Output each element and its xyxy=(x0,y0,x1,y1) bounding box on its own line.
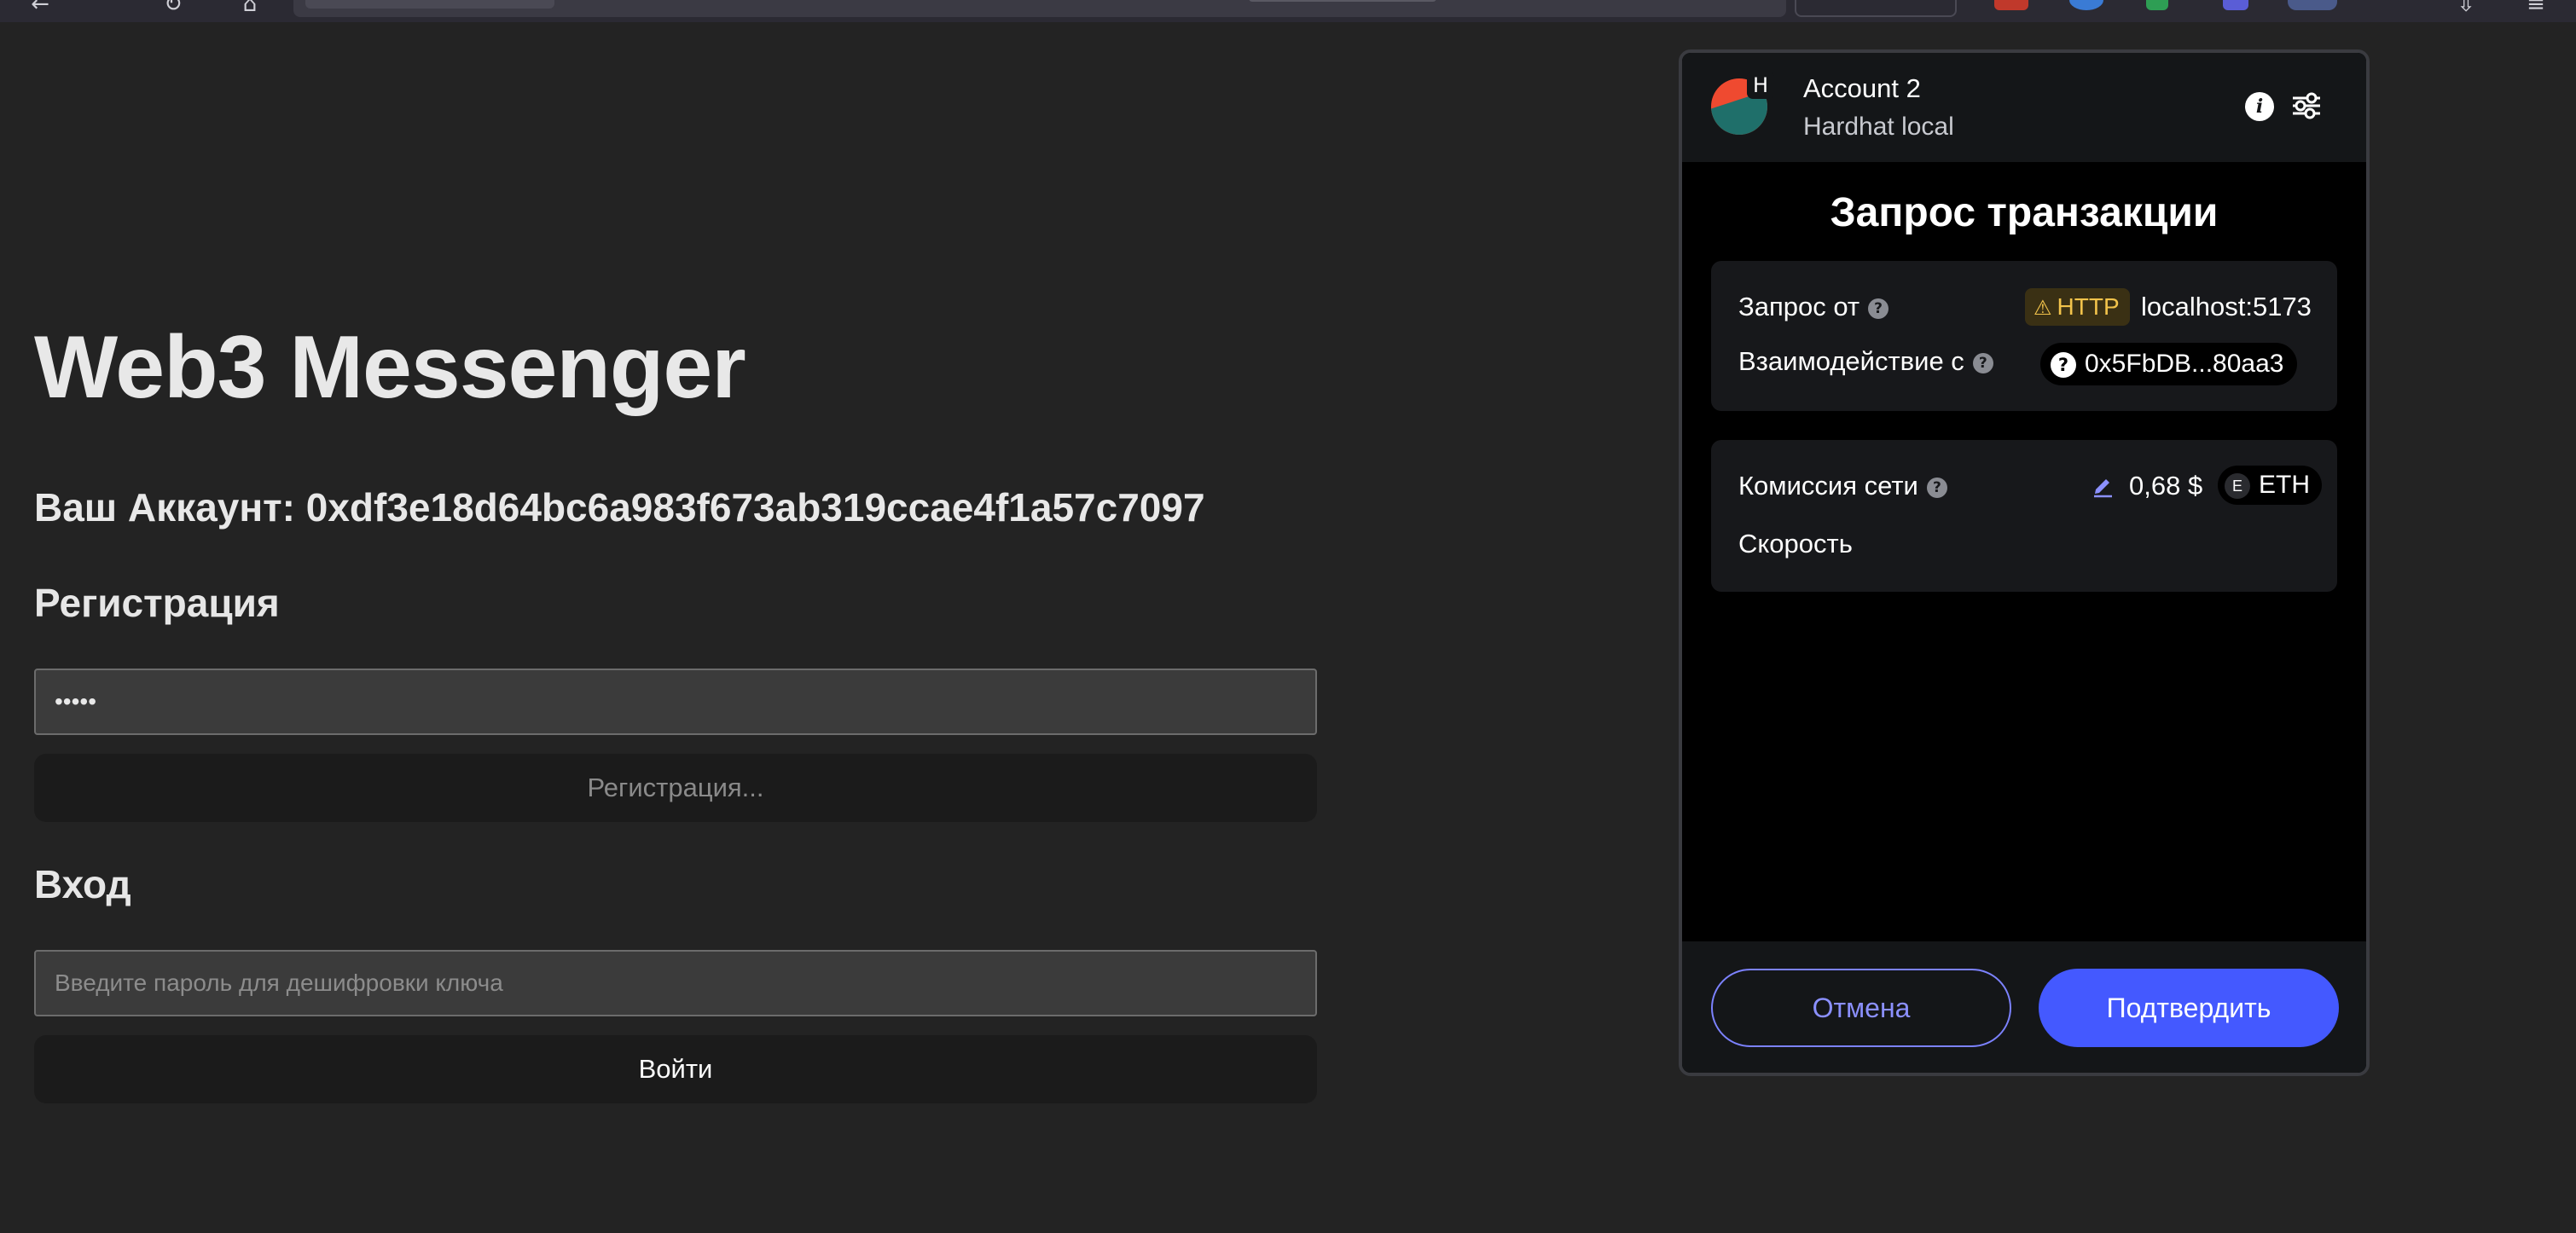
extension-icon[interactable] xyxy=(2223,0,2248,10)
login-button[interactable]: Войти xyxy=(34,1035,1317,1103)
address-bar[interactable] xyxy=(293,0,1786,17)
request-card: Запрос от? ⚠ HTTP localhost:5173 Взаимоде… xyxy=(1711,261,2337,411)
network-name: Hardhat local xyxy=(1803,113,1954,141)
http-warning-badge: ⚠ HTTP xyxy=(2025,288,2130,326)
request-from-label: Запрос от xyxy=(1738,292,1860,321)
unknown-contract-icon: ? xyxy=(2051,352,2076,379)
fee-token-symbol: ETH xyxy=(2259,471,2310,499)
eth-token-icon: E xyxy=(2225,473,2250,500)
interacting-with-label: Взаимодействие с xyxy=(1738,346,1964,376)
site-info-chip[interactable] xyxy=(305,0,554,9)
url-text xyxy=(1249,0,1436,2)
fee-card: Комиссия сети? 0,68 $ E ETH Скорость xyxy=(1711,440,2337,592)
register-heading: Регистрация xyxy=(34,581,280,625)
contract-address-pill[interactable]: ? 0x5FbDB...80aa3 xyxy=(2040,343,2298,385)
metamask-extension-icon[interactable] xyxy=(2288,0,2337,10)
interacting-with-row: Взаимодействие с? xyxy=(1738,346,1993,377)
menu-icon[interactable]: ≡ xyxy=(2525,0,2547,15)
extension-icon[interactable] xyxy=(1994,0,2028,10)
popup-title: Запрос транзакции xyxy=(1830,190,2219,235)
info-icon[interactable]: i xyxy=(2245,92,2274,121)
help-icon[interactable]: ? xyxy=(1926,477,1947,498)
reload-icon[interactable]: ↻ xyxy=(162,0,184,15)
browser-toolbar: ← ↻ ⌂ ⇩ ≡ xyxy=(0,0,2576,22)
http-badge-label: HTTP xyxy=(2057,293,2120,320)
settings-sliders-icon[interactable] xyxy=(2289,89,2324,123)
register-password-input[interactable] xyxy=(34,669,1317,735)
request-origin: localhost:5173 xyxy=(2141,292,2312,321)
login-heading: Вход xyxy=(34,862,131,906)
extension-icon[interactable] xyxy=(2146,0,2168,10)
back-arrow-icon[interactable]: ← xyxy=(29,0,51,15)
downloads-icon[interactable]: ⇩ xyxy=(2455,0,2477,15)
popup-header: H Account 2 Hardhat local i xyxy=(1682,53,2366,162)
network-fee-label: Комиссия сети xyxy=(1738,471,1918,501)
wallet-popup: H Account 2 Hardhat local i Запрос транз… xyxy=(1679,49,2370,1076)
extension-pill[interactable] xyxy=(1795,0,1957,17)
help-icon[interactable]: ? xyxy=(1868,298,1889,319)
extension-icon[interactable] xyxy=(2069,0,2103,10)
contract-address: 0x5FbDB...80aa3 xyxy=(2085,350,2284,378)
warning-icon: ⚠ xyxy=(2034,296,2052,320)
account-address: Ваш Аккаунт: 0xdf3e18d64bc6a983f673ab319… xyxy=(34,485,1205,530)
help-icon[interactable]: ? xyxy=(1972,352,1993,373)
confirm-button[interactable]: Подтвердить xyxy=(2039,969,2339,1047)
cancel-button[interactable]: Отмена xyxy=(1711,969,2011,1047)
network-fee-value: 0,68 $ xyxy=(2129,471,2203,501)
fee-token-pill: E ETH xyxy=(2218,466,2322,505)
edit-pencil-icon[interactable] xyxy=(2090,472,2115,498)
network-badge: H xyxy=(1747,72,1774,99)
request-from-row: Запрос от? xyxy=(1738,292,1889,322)
register-button[interactable]: Регистрация... xyxy=(34,754,1317,822)
network-fee-row: Комиссия сети? xyxy=(1738,471,1947,501)
popup-footer: Отмена Подтвердить xyxy=(1682,941,2366,1073)
home-icon[interactable]: ⌂ xyxy=(239,0,261,15)
account-name: Account 2 xyxy=(1803,73,1921,103)
login-password-input[interactable] xyxy=(34,950,1317,1016)
speed-label: Скорость xyxy=(1738,529,1853,559)
page-title: Web3 Messenger xyxy=(34,318,746,417)
